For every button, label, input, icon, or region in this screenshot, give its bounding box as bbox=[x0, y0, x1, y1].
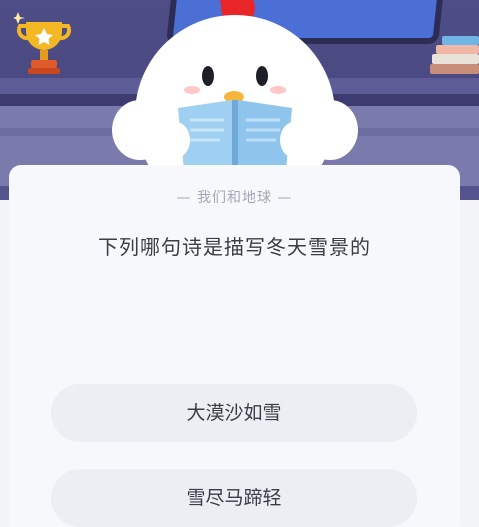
trophy-icon bbox=[14, 12, 72, 74]
quiz-screen: — 我们和地球 — 下列哪句诗是描写冬天雪景的 大漠沙如雪 雪尽马蹄轻 bbox=[0, 0, 479, 527]
answer-option-2[interactable]: 雪尽马蹄轻 bbox=[51, 469, 417, 527]
question-text: 下列哪句诗是描写冬天雪景的 bbox=[98, 235, 371, 259]
chick-mascot bbox=[112, 0, 358, 190]
question-card: — 我们和地球 — 下列哪句诗是描写冬天雪景的 大漠沙如雪 雪尽马蹄轻 bbox=[9, 165, 460, 527]
answer-option-1[interactable]: 大漠沙如雪 bbox=[51, 384, 417, 442]
books-icon bbox=[430, 36, 479, 74]
category-label: — 我们和地球 — bbox=[176, 190, 293, 206]
